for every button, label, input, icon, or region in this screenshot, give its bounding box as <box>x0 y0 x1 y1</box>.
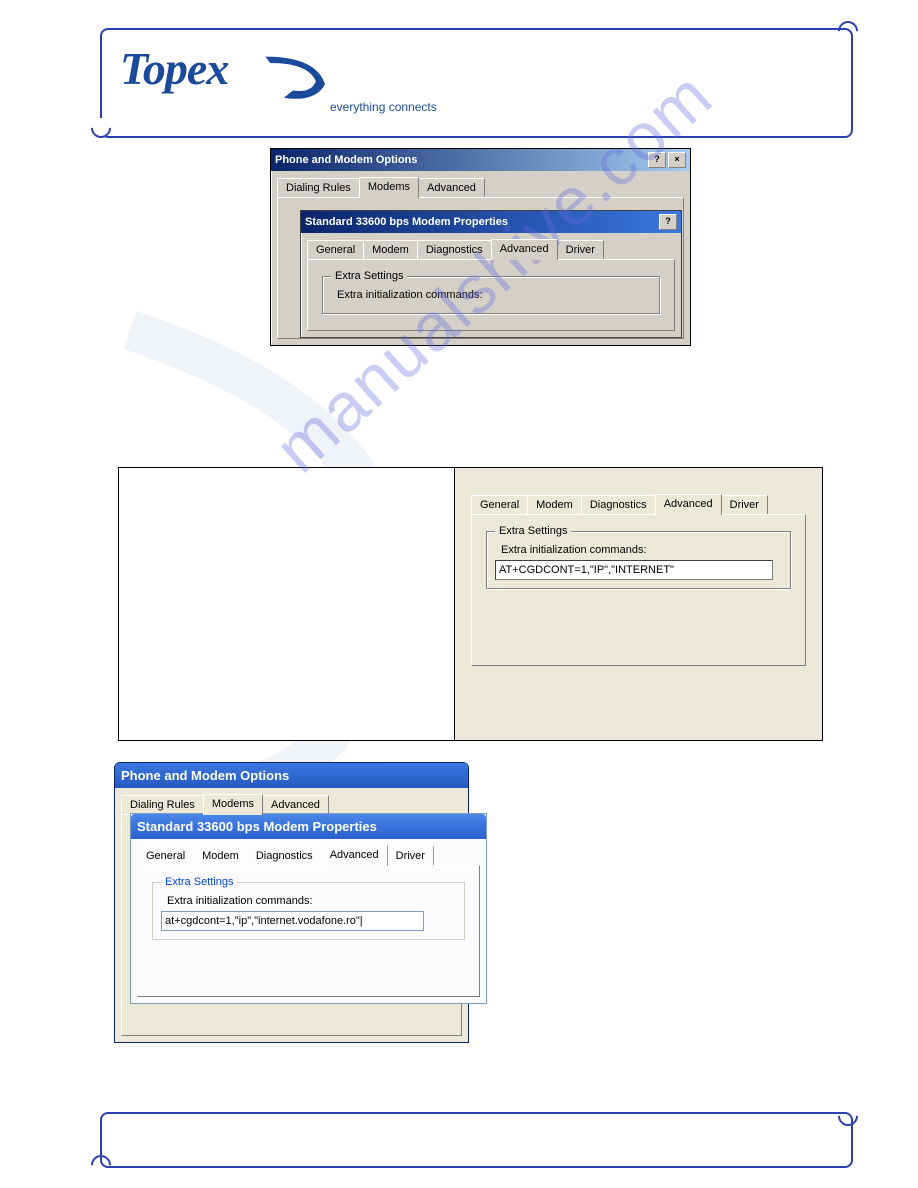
tab-diagnostics[interactable]: Diagnostics <box>247 846 322 865</box>
tabstrip: General Modem Diagnostics Advanced Drive… <box>301 233 681 259</box>
group-legend: Extra Settings <box>331 270 407 282</box>
dialog-titlebar[interactable]: Standard 33600 bps Modem Properties ? <box>301 211 681 233</box>
footer-frame <box>100 1112 853 1168</box>
tab-modems[interactable]: Modems <box>359 177 419 198</box>
tab-advanced[interactable]: Advanced <box>655 494 722 515</box>
tab-body: Extra Settings Extra initialization comm… <box>471 514 806 666</box>
logo-swoosh-icon <box>260 52 335 107</box>
tab-body: Extra Settings Extra initialization comm… <box>307 259 675 331</box>
logo-brand: Topex <box>120 43 228 94</box>
tab-general[interactable]: General <box>471 495 528 514</box>
modem-properties-dialog: Standard 33600 bps Modem Properties ? Ge… <box>300 210 682 338</box>
extra-settings-group: Extra Settings Extra initialization comm… <box>322 276 660 314</box>
tabstrip: Dialing Rules Modems Advanced <box>271 171 690 197</box>
help-button[interactable]: ? <box>659 214 677 230</box>
init-commands-label: Extra initialization commands: <box>337 289 651 301</box>
dialog-title: Phone and Modem Options <box>121 768 289 783</box>
tab-diagnostics[interactable]: Diagnostics <box>417 240 492 259</box>
tabstrip: General Modem Diagnostics Advanced Drive… <box>465 488 812 514</box>
extra-settings-group: Extra Settings Extra initialization comm… <box>486 531 791 589</box>
extra-settings-group: Extra Settings Extra initialization comm… <box>152 882 465 940</box>
logo-tagline: everything connects <box>330 100 437 114</box>
init-commands-input[interactable] <box>495 560 773 580</box>
tab-advanced[interactable]: Advanced <box>418 178 485 197</box>
tabstrip: Dialing Rules Modems Advanced <box>115 788 468 814</box>
modem-properties-advanced-panel: General Modem Diagnostics Advanced Drive… <box>465 488 812 672</box>
tab-driver[interactable]: Driver <box>387 846 434 865</box>
init-commands-input[interactable] <box>161 911 424 931</box>
tab-driver[interactable]: Driver <box>721 495 768 514</box>
tab-modems[interactable]: Modems <box>203 794 263 815</box>
close-button[interactable]: × <box>668 152 686 168</box>
tab-dialing-rules[interactable]: Dialing Rules <box>277 178 360 197</box>
tab-general[interactable]: General <box>307 240 364 259</box>
screenshot-pair-frame: General Modem Diagnostics Advanced Drive… <box>118 467 823 741</box>
group-legend: Extra Settings <box>161 876 237 888</box>
init-commands-label: Extra initialization commands: <box>501 544 782 556</box>
tab-advanced[interactable]: Advanced <box>262 795 329 814</box>
dialog-title: Standard 33600 bps Modem Properties <box>137 819 377 834</box>
tab-diagnostics[interactable]: Diagnostics <box>581 495 656 514</box>
tab-advanced[interactable]: Advanced <box>321 845 388 866</box>
pair-left-cell <box>119 468 455 740</box>
tab-dialing-rules[interactable]: Dialing Rules <box>121 795 204 814</box>
dialog-titlebar[interactable]: Standard 33600 bps Modem Properties <box>131 814 486 839</box>
tab-advanced[interactable]: Advanced <box>491 239 558 260</box>
tab-driver[interactable]: Driver <box>557 240 604 259</box>
dialog-title: Standard 33600 bps Modem Properties <box>305 216 508 228</box>
help-button[interactable]: ? <box>648 152 666 168</box>
tab-modem[interactable]: Modem <box>363 240 418 259</box>
tabstrip: General Modem Diagnostics Advanced Drive… <box>131 839 486 865</box>
logo: Topex everything connects <box>120 42 228 95</box>
tab-modem[interactable]: Modem <box>193 846 248 865</box>
pair-right-cell: General Modem Diagnostics Advanced Drive… <box>455 468 822 740</box>
dialog-title: Phone and Modem Options <box>275 154 417 166</box>
dialog-titlebar[interactable]: Phone and Modem Options ? × <box>271 149 690 171</box>
group-legend: Extra Settings <box>495 525 571 537</box>
init-commands-label: Extra initialization commands: <box>167 895 456 907</box>
tab-general[interactable]: General <box>137 846 194 865</box>
modem-properties-dialog-xp: Standard 33600 bps Modem Properties Gene… <box>130 813 487 1004</box>
tab-modem[interactable]: Modem <box>527 495 582 514</box>
tab-body: Extra Settings Extra initialization comm… <box>137 865 480 997</box>
dialog-titlebar[interactable]: Phone and Modem Options <box>115 763 468 788</box>
